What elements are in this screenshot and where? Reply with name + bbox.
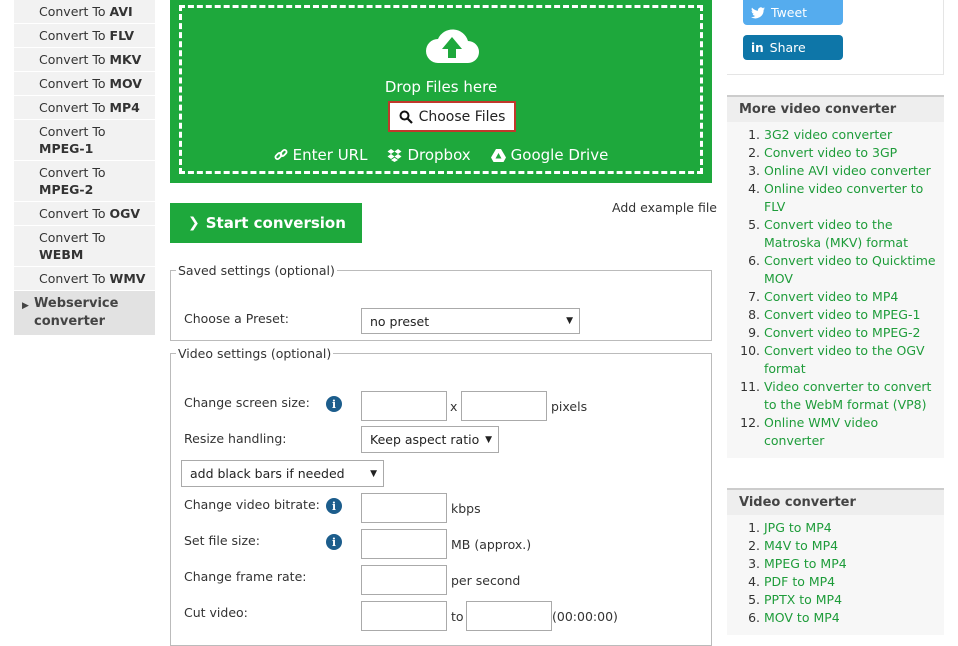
google-drive-link[interactable]: Google Drive [490, 146, 608, 164]
converter-link[interactable]: Convert video to the Matroska (MKV) form… [764, 216, 936, 252]
chevron-down-icon: ▼ [566, 316, 573, 326]
info-icon[interactable]: i [326, 396, 342, 412]
dropbox-link[interactable]: Dropbox [387, 146, 471, 164]
converter-link[interactable]: M4V to MP4 [764, 537, 936, 555]
saved-settings-fieldset: Saved settings (optional) Choose a Prese… [170, 263, 712, 341]
nav-item-mkv[interactable]: Convert To MKV [14, 48, 155, 72]
video-converter-title: Video converter [727, 488, 944, 515]
more-video-converter-title: More video converter [727, 95, 944, 122]
file-size-input[interactable] [361, 529, 447, 559]
converter-link[interactable]: Convert video to MPEG-1 [764, 306, 936, 324]
converter-link[interactable]: MOV to MP4 [764, 609, 936, 627]
bitrate-label: Change video bitrate: [184, 497, 320, 512]
caret-right-icon: ▶ [22, 301, 29, 311]
converter-link[interactable]: Convert video to 3GP [764, 144, 936, 162]
converter-link[interactable]: JPG to MP4 [764, 519, 936, 537]
more-video-converter-box: More video converter 3G2 video converter… [727, 95, 944, 458]
nav-item-webservice[interactable]: ▶ Webservice converter [14, 291, 155, 335]
saved-settings-legend: Saved settings (optional) [178, 263, 335, 278]
converter-link[interactable]: MPEG to MP4 [764, 555, 936, 573]
start-conversion-button[interactable]: ❯ Start conversion [170, 203, 362, 243]
converter-link[interactable]: Convert video to MPEG-2 [764, 324, 936, 342]
converter-link[interactable]: Online video converter to FLV [764, 180, 936, 216]
link-icon [274, 149, 288, 160]
screen-height-input[interactable] [461, 391, 547, 421]
tweet-button[interactable]: Tweet [743, 0, 843, 25]
bitrate-input[interactable] [361, 493, 447, 523]
converter-link[interactable]: Online WMV video converter [764, 414, 936, 450]
info-icon[interactable]: i [326, 534, 342, 550]
converter-link[interactable]: PDF to MP4 [764, 573, 936, 591]
video-converter-list: JPG to MP4M4V to MP4MPEG to MP4PDF to MP… [727, 515, 944, 635]
black-bars-select[interactable]: add black bars if needed ▼ [181, 460, 384, 487]
social-box: Tweet in Share [727, 0, 944, 75]
left-nav: Convert To AVI Convert To FLV Convert To… [14, 0, 155, 335]
per-second-label: per second [451, 573, 521, 588]
dropbox-icon [387, 149, 402, 162]
resize-label: Resize handling: [184, 431, 287, 446]
cut-video-label: Cut video: [184, 605, 248, 620]
nav-item-mpeg1[interactable]: Convert To MPEG-1 [14, 120, 155, 161]
pixels-label: pixels [551, 399, 588, 414]
converter-link[interactable]: Convert video to the OGV format [764, 342, 936, 378]
twitter-icon [751, 6, 765, 18]
video-converter-box: Video converter JPG to MP4M4V to MP4MPEG… [727, 488, 944, 635]
chevron-right-icon: ❯ [188, 215, 200, 231]
nav-item-mpeg2[interactable]: Convert To MPEG-2 [14, 161, 155, 202]
chevron-down-icon: ▼ [370, 468, 377, 479]
video-settings-fieldset: Video settings (optional) Change screen … [170, 346, 712, 646]
chevron-down-icon: ▼ [485, 434, 492, 445]
time-format-hint: (00:00:00) [552, 609, 618, 624]
nav-item-wmv[interactable]: Convert To WMV [14, 267, 155, 291]
cut-to-label: to [451, 609, 464, 624]
upload-dropzone[interactable]: Drop Files here Choose Files Enter URL D… [170, 0, 712, 183]
frame-rate-label: Change frame rate: [184, 569, 307, 584]
converter-link[interactable]: PPTX to MP4 [764, 591, 936, 609]
info-icon[interactable]: i [326, 498, 342, 514]
add-example-file-link[interactable]: Add example file [612, 200, 717, 215]
search-icon [399, 110, 413, 124]
preset-select[interactable]: no preset ▼ [361, 308, 580, 334]
share-button[interactable]: in Share [743, 35, 843, 60]
size-x-label: x [450, 399, 458, 414]
video-settings-legend: Video settings (optional) [178, 346, 332, 361]
file-size-label: Set file size: [184, 533, 260, 548]
kbps-label: kbps [451, 501, 481, 516]
screen-width-input[interactable] [361, 391, 447, 421]
converter-link[interactable]: Convert video to MP4 [764, 288, 936, 306]
google-drive-icon [490, 148, 506, 162]
more-video-list: 3G2 video converterConvert video to 3GPO… [727, 122, 944, 458]
mb-label: MB (approx.) [451, 537, 532, 552]
nav-item-mov[interactable]: Convert To MOV [14, 72, 155, 96]
converter-link[interactable]: Online AVI video converter [764, 162, 936, 180]
choose-files-button[interactable]: Choose Files [388, 101, 516, 132]
nav-item-webm[interactable]: Convert To WEBM [14, 226, 155, 267]
converter-link[interactable]: Convert video to Quicktime MOV [764, 252, 936, 288]
screen-size-label: Change screen size: [184, 395, 310, 410]
nav-item-mp4[interactable]: Convert To MP4 [14, 96, 155, 120]
cut-end-input[interactable] [466, 601, 552, 631]
frame-rate-input[interactable] [361, 565, 447, 595]
resize-select[interactable]: Keep aspect ratio ▼ [361, 426, 499, 453]
drop-files-text: Drop Files here [384, 78, 498, 96]
converter-link[interactable]: Video converter to convert to the WebM f… [764, 378, 936, 414]
enter-url-link[interactable]: Enter URL [274, 146, 367, 164]
nav-item-ogv[interactable]: Convert To OGV [14, 202, 155, 226]
converter-link[interactable]: 3G2 video converter [764, 126, 936, 144]
nav-item-flv[interactable]: Convert To FLV [14, 24, 155, 48]
cut-start-input[interactable] [361, 601, 447, 631]
linkedin-icon: in [751, 40, 764, 55]
nav-item-avi[interactable]: Convert To AVI [14, 0, 155, 24]
preset-label: Choose a Preset: [184, 311, 289, 326]
cloud-upload-icon [426, 29, 479, 63]
